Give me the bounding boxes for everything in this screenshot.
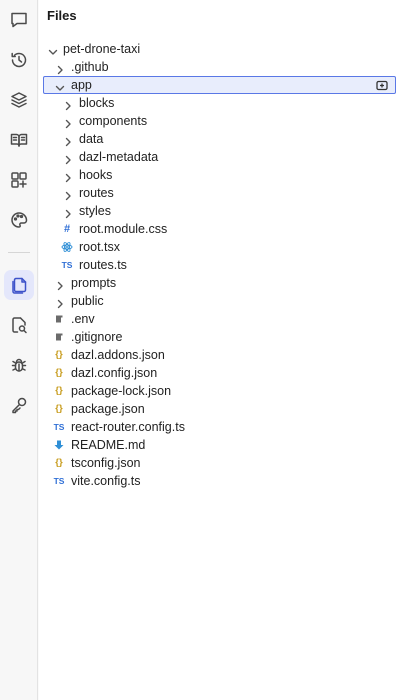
tree-label: root.tsx (79, 240, 120, 254)
json-file-icon: {} (55, 385, 63, 396)
tree-folder-components[interactable]: components (39, 112, 400, 130)
tree-folder-data[interactable]: data (39, 130, 400, 148)
tree-label: prompts (71, 276, 117, 290)
markdown-file-icon (53, 436, 65, 454)
tree-file-package-lock[interactable]: {} package-lock.json (39, 382, 400, 400)
tree-folder-github[interactable]: .github (39, 58, 400, 76)
tree-label: tsconfig.json (71, 456, 141, 470)
tree-file-root-tsx[interactable]: root.tsx (39, 238, 400, 256)
chevron-right-icon (55, 62, 65, 75)
json-file-icon: {} (55, 403, 63, 414)
tree-label: pet-drone-taxi (63, 42, 141, 56)
key-icon[interactable] (4, 390, 34, 420)
react-file-icon (61, 238, 73, 256)
chevron-down-icon (48, 44, 58, 55)
files-icon[interactable] (4, 270, 34, 300)
add-to-chat-icon[interactable] (376, 79, 388, 91)
tree-folder-prompts[interactable]: prompts (39, 274, 400, 292)
app-window: Files pet-drone-taxi .github app blocks … (0, 0, 400, 700)
tree-folder-public[interactable]: public (39, 292, 400, 310)
history-icon[interactable] (4, 45, 34, 75)
tree-label: styles (79, 204, 111, 218)
tree-folder-app[interactable]: app (43, 76, 396, 94)
palette-icon[interactable] (4, 205, 34, 235)
typescript-file-icon: TS (61, 260, 73, 270)
settings-file-icon (53, 328, 65, 346)
activity-bar (0, 0, 38, 700)
json-file-icon: {} (55, 349, 63, 360)
tree-label: package.json (71, 402, 145, 416)
chevron-right-icon (55, 296, 65, 309)
tree-label: .github (71, 60, 109, 74)
chevron-right-icon (63, 98, 73, 111)
chevron-right-icon (63, 206, 73, 219)
chevron-right-icon (55, 278, 65, 291)
file-explorer-panel: Files pet-drone-taxi .github app blocks … (39, 0, 400, 700)
settings-file-icon (53, 310, 65, 328)
tree-file-react-router-config[interactable]: TS react-router.config.ts (39, 418, 400, 436)
tree-label: .env (71, 312, 95, 326)
layers-icon[interactable] (4, 85, 34, 115)
tree-file-package-json[interactable]: {} package.json (39, 400, 400, 418)
tree-file-readme[interactable]: README.md (39, 436, 400, 454)
tree-label: app (71, 78, 92, 92)
json-file-icon: {} (55, 457, 63, 468)
panel-title: Files (47, 8, 77, 23)
tree-label: package-lock.json (71, 384, 172, 398)
chat-icon[interactable] (4, 5, 34, 35)
tree-file-dazl-addons[interactable]: {} dazl.addons.json (39, 346, 400, 364)
tree-file-gitignore[interactable]: .gitignore (39, 328, 400, 346)
tree-label: data (79, 132, 104, 146)
chevron-right-icon (63, 134, 73, 147)
chevron-down-icon (55, 80, 65, 91)
add-block-icon[interactable] (4, 165, 34, 195)
tree-label: root.module.css (79, 222, 168, 236)
tree-label: public (71, 294, 104, 308)
tree-label: dazl.config.json (71, 366, 158, 380)
tree-file-root-module-css[interactable]: # root.module.css (39, 220, 400, 238)
tree-label: vite.config.ts (71, 474, 141, 488)
tree-folder-hooks[interactable]: hooks (39, 166, 400, 184)
tree-label: routes (79, 186, 114, 200)
tree-label: react-router.config.ts (71, 420, 185, 434)
css-file-icon: # (63, 223, 71, 235)
file-search-icon[interactable] (4, 310, 34, 340)
typescript-file-icon: TS (53, 422, 65, 432)
typescript-file-icon: TS (53, 476, 65, 486)
tree-folder-styles[interactable]: styles (39, 202, 400, 220)
tree-label: .gitignore (71, 330, 123, 344)
tree-label: dazl-metadata (79, 150, 159, 164)
tree-label: dazl.addons.json (71, 348, 165, 362)
tree-file-vite-config[interactable]: TS vite.config.ts (39, 472, 400, 490)
file-tree: pet-drone-taxi .github app blocks compon… (39, 40, 400, 490)
tree-file-routes-ts[interactable]: TS routes.ts (39, 256, 400, 274)
tree-file-tsconfig[interactable]: {} tsconfig.json (39, 454, 400, 472)
tree-label: components (79, 114, 148, 128)
tree-folder-dazl-metadata[interactable]: dazl-metadata (39, 148, 400, 166)
chevron-right-icon (63, 170, 73, 183)
bug-icon[interactable] (4, 350, 34, 380)
tree-folder-root[interactable]: pet-drone-taxi (39, 40, 400, 58)
activity-divider (8, 252, 30, 253)
tree-file-dazl-config[interactable]: {} dazl.config.json (39, 364, 400, 382)
tree-file-env[interactable]: .env (39, 310, 400, 328)
book-icon[interactable] (4, 125, 34, 155)
tree-label: routes.ts (79, 258, 127, 272)
chevron-right-icon (63, 116, 73, 129)
tree-label: hooks (79, 168, 113, 182)
chevron-right-icon (63, 152, 73, 165)
tree-label: README.md (71, 438, 146, 452)
tree-label: blocks (79, 96, 115, 110)
tree-folder-blocks[interactable]: blocks (39, 94, 400, 112)
tree-folder-routes[interactable]: routes (39, 184, 400, 202)
json-file-icon: {} (55, 367, 63, 378)
chevron-right-icon (63, 188, 73, 201)
